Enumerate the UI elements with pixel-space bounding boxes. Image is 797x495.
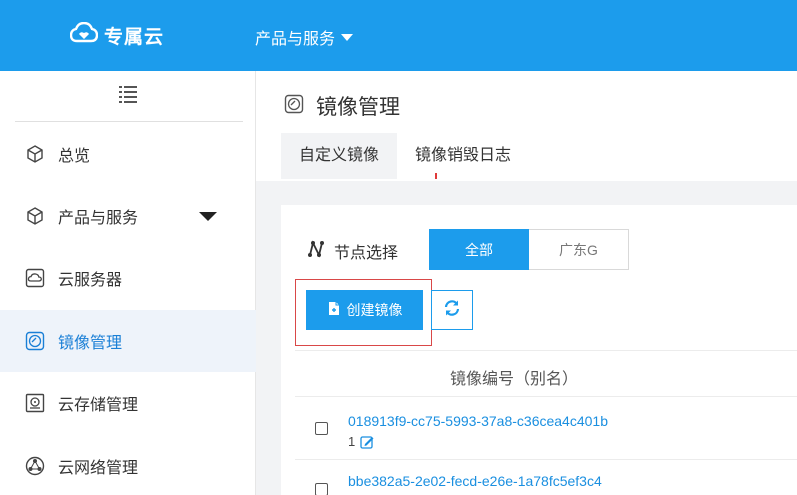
cube-icon bbox=[25, 206, 45, 226]
cloud-logo-icon bbox=[69, 21, 99, 49]
sidebar-item-storage-management[interactable]: 云存储管理 bbox=[0, 372, 256, 434]
image-alias: 1 bbox=[348, 434, 374, 449]
brand-logo[interactable]: 专属云 bbox=[69, 21, 165, 49]
cube-icon bbox=[25, 144, 45, 164]
node-select-segment: 全部 广东G bbox=[429, 229, 629, 270]
products-services-menu[interactable]: 产品与服务 bbox=[255, 25, 354, 49]
node-graph-icon bbox=[307, 239, 325, 263]
image-id-link[interactable]: bbe382a5-2e02-fecd-e26e-1a78fc5ef3c4 bbox=[348, 473, 602, 489]
sidebar-item-overview[interactable]: 总览 bbox=[0, 123, 256, 185]
node-option-guangdong-g[interactable]: 广东G bbox=[529, 229, 629, 270]
content-card: 节点选择 全部 广东G 创建镜像 镜像编号（别名） 018913f9-cc75-… bbox=[281, 205, 797, 495]
brand-name: 专属云 bbox=[104, 27, 165, 48]
products-services-label: 产品与服务 bbox=[255, 31, 336, 48]
sidebar-item-cloud-server[interactable]: 云服务器 bbox=[0, 247, 256, 309]
tab-bar: 自定义镜像 镜像销毁日志 bbox=[281, 133, 529, 179]
tab-custom-images[interactable]: 自定义镜像 bbox=[281, 133, 398, 179]
sidebar-item-label: 总览 bbox=[58, 148, 91, 165]
caret-down-icon bbox=[199, 212, 217, 221]
caret-down-icon bbox=[341, 33, 354, 41]
server-icon bbox=[25, 268, 45, 288]
page-title-row: 镜像管理 bbox=[284, 91, 400, 121]
storage-icon bbox=[25, 393, 45, 413]
create-image-button[interactable]: 创建镜像 bbox=[306, 290, 423, 330]
row-checkbox[interactable] bbox=[315, 422, 328, 435]
sidebar-item-label: 云服务器 bbox=[58, 272, 123, 289]
list-menu-icon bbox=[118, 84, 138, 109]
sidebar-item-label: 镜像管理 bbox=[58, 335, 123, 352]
red-marker bbox=[435, 173, 437, 179]
table-header-border bbox=[295, 396, 797, 397]
row-checkbox[interactable] bbox=[315, 483, 328, 495]
network-icon bbox=[25, 456, 45, 476]
sidebar: 总览 产品与服务 云服务器 镜像管理 云存储管理 云网络管理 bbox=[0, 71, 256, 495]
tab-image-destroy-log[interactable]: 镜像销毁日志 bbox=[397, 133, 529, 179]
sidebar-item-label: 产品与服务 bbox=[58, 210, 139, 227]
file-add-icon bbox=[327, 301, 341, 319]
node-select-label: 节点选择 bbox=[307, 239, 398, 263]
disc-icon bbox=[25, 331, 45, 351]
node-option-all[interactable]: 全部 bbox=[429, 229, 529, 270]
page-header: 镜像管理 自定义镜像 镜像销毁日志 bbox=[256, 71, 797, 181]
sidebar-toggle[interactable] bbox=[0, 71, 256, 121]
refresh-icon bbox=[443, 299, 461, 322]
row-divider bbox=[295, 459, 797, 460]
table-top-border bbox=[295, 350, 797, 351]
column-header-image-id: 镜像编号（别名） bbox=[450, 371, 579, 388]
top-bar: 专属云 产品与服务 bbox=[0, 0, 797, 71]
page-title: 镜像管理 bbox=[316, 96, 400, 119]
sidebar-divider bbox=[15, 121, 243, 122]
node-select-text: 节点选择 bbox=[334, 245, 399, 262]
sidebar-item-products-services[interactable]: 产品与服务 bbox=[0, 185, 256, 247]
create-image-label: 创建镜像 bbox=[346, 302, 403, 318]
alias-text: 1 bbox=[348, 434, 356, 449]
sidebar-item-image-management[interactable]: 镜像管理 bbox=[0, 310, 256, 372]
refresh-button[interactable] bbox=[431, 290, 473, 330]
sidebar-item-label: 云网络管理 bbox=[58, 460, 139, 477]
disc-icon bbox=[284, 94, 304, 119]
edit-icon[interactable] bbox=[360, 435, 374, 449]
image-id-link[interactable]: 018913f9-cc75-5993-37a8-c36cea4c401b bbox=[348, 413, 608, 429]
sidebar-item-label: 云存储管理 bbox=[58, 397, 139, 414]
sidebar-item-network-management[interactable]: 云网络管理 bbox=[0, 435, 256, 495]
